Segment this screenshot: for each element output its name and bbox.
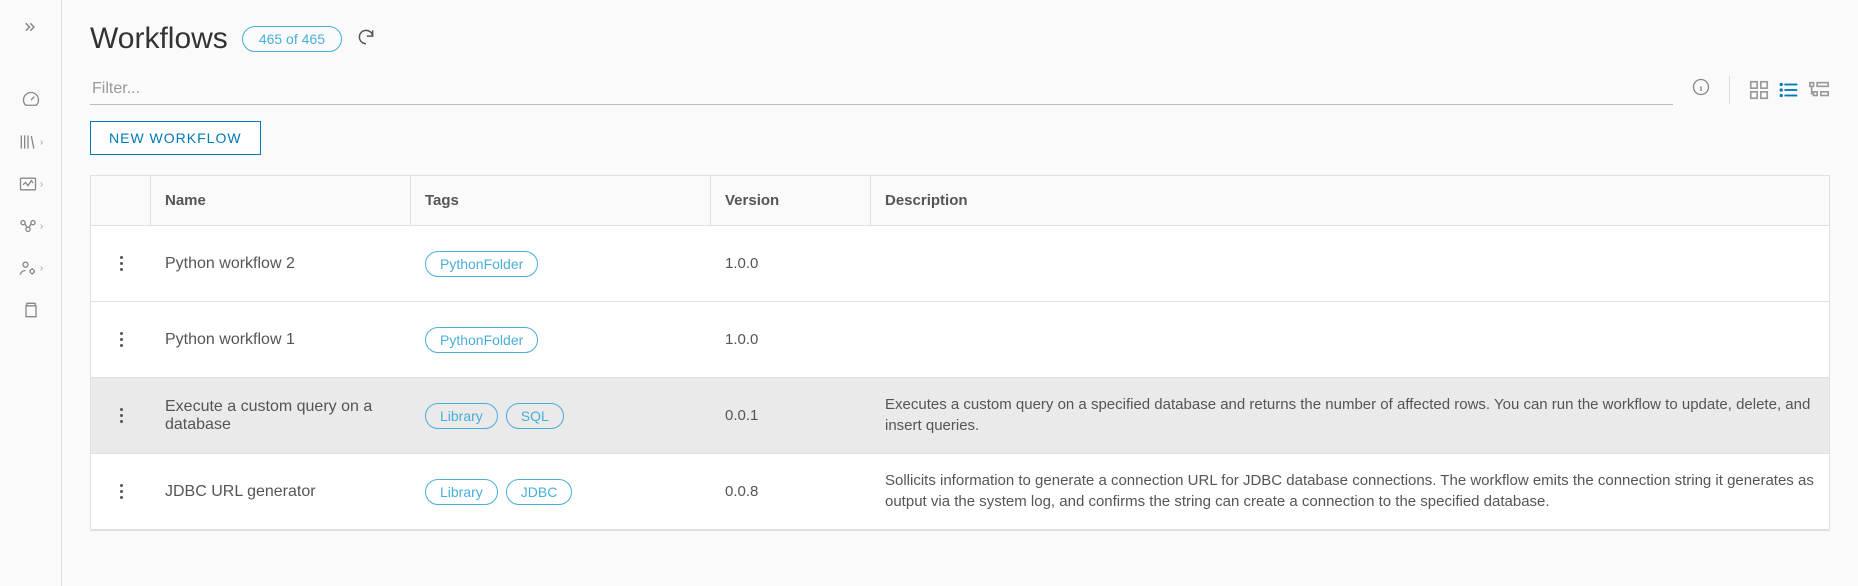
view-list-button[interactable]: [1778, 79, 1800, 101]
row-description: Executes a custom query on a specified d…: [871, 395, 1829, 436]
gauge-icon: [21, 90, 41, 110]
row-description: Sollicits information to generate a conn…: [871, 471, 1829, 512]
tag-pill[interactable]: PythonFolder: [425, 327, 538, 353]
main-content: Workflows 465 of 465 NEW WORKFLOW Name: [62, 0, 1858, 586]
jar-icon: [21, 300, 41, 320]
row-actions-cell: [91, 484, 151, 499]
sidebar-item-activity[interactable]: ›: [18, 174, 43, 194]
user-cog-icon: [18, 258, 38, 278]
separator: [1729, 76, 1730, 104]
col-tags-header[interactable]: Tags: [411, 176, 711, 225]
refresh-icon: [356, 27, 376, 47]
view-grid-button[interactable]: [1748, 79, 1770, 101]
view-tree-button[interactable]: [1808, 79, 1830, 101]
list-icon: [1778, 79, 1800, 101]
table-row[interactable]: JDBC URL generator Library JDBC 0.0.8Sollic…: [91, 454, 1829, 530]
refresh-button[interactable]: [356, 27, 376, 52]
info-icon: [1691, 77, 1711, 97]
sidebar-item-library[interactable]: ›: [18, 132, 43, 152]
tag-pill[interactable]: JDBC: [506, 479, 573, 505]
row-name: Python workflow 2: [151, 255, 411, 273]
tag-pill[interactable]: Library: [425, 479, 498, 505]
row-actions-cell: [91, 332, 151, 347]
table-body: Python workflow 2PythonFolder1.0.0Python…: [91, 226, 1829, 530]
tag-pill[interactable]: Library: [425, 403, 498, 429]
new-workflow-button[interactable]: NEW WORKFLOW: [90, 121, 261, 155]
tree-icon: [1808, 79, 1830, 101]
col-version-header[interactable]: Version: [711, 176, 871, 225]
row-actions-menu[interactable]: [120, 332, 123, 347]
chevron-right-icon: ›: [40, 221, 43, 232]
books-icon: [18, 132, 38, 152]
table-row[interactable]: Python workflow 1 PythonFolder 1.0.0: [91, 302, 1829, 378]
row-name: Execute a custom query on a database: [151, 398, 411, 434]
row-name: JDBC URL generator: [151, 483, 411, 501]
row-version: 0.0.1: [711, 407, 871, 424]
row-name: Python workflow 1: [151, 331, 411, 349]
sidebar: › › › ›: [0, 0, 62, 586]
row-tags: Library JDBC: [411, 479, 711, 505]
chevron-right-icon: ›: [40, 137, 43, 148]
activity-icon: [18, 174, 38, 194]
workflows-table: Name Tags Version Description Python wor…: [90, 175, 1830, 531]
row-version: 0.0.8: [711, 483, 871, 500]
row-actions-menu[interactable]: [120, 408, 123, 423]
row-actions-cell: [91, 408, 151, 423]
sidebar-item-assets[interactable]: ›: [18, 216, 43, 236]
col-description-header[interactable]: Description: [871, 176, 1829, 225]
sidebar-item-admin[interactable]: ›: [18, 258, 43, 278]
chevron-right-icon: ›: [40, 263, 43, 274]
col-actions: [91, 176, 151, 225]
row-actions-menu[interactable]: [120, 256, 123, 271]
row-tags: Library SQL: [411, 403, 711, 429]
sidebar-item-inventory[interactable]: [21, 300, 41, 320]
tag-pill[interactable]: PythonFolder: [425, 251, 538, 277]
filter-info-button[interactable]: [1691, 77, 1711, 102]
view-toggles: [1748, 79, 1830, 101]
row-tags: PythonFolder: [411, 251, 711, 277]
row-actions-cell: [91, 256, 151, 271]
tag-pill[interactable]: SQL: [506, 403, 564, 429]
assets-icon: [18, 216, 38, 236]
grid-icon: [1748, 79, 1770, 101]
row-actions-menu[interactable]: [120, 484, 123, 499]
row-version: 1.0.0: [711, 255, 871, 272]
row-tags: PythonFolder: [411, 327, 711, 353]
page-header: Workflows 465 of 465: [90, 22, 1830, 56]
page-title: Workflows: [90, 22, 228, 56]
table-row[interactable]: Execute a custom query on a databaseLibr…: [91, 378, 1829, 454]
col-name-header[interactable]: Name: [151, 176, 411, 225]
sidebar-item-dashboard[interactable]: [21, 90, 41, 110]
chevron-right-icon: ›: [40, 179, 43, 190]
count-badge: 465 of 465: [242, 26, 342, 52]
filter-row: [90, 74, 1830, 105]
table-row[interactable]: Python workflow 2 PythonFolder 1.0.0: [91, 226, 1829, 302]
filter-input[interactable]: [90, 74, 1673, 105]
row-version: 1.0.0: [711, 331, 871, 348]
table-header: Name Tags Version Description: [91, 176, 1829, 226]
sidebar-expand-button[interactable]: [22, 18, 40, 36]
